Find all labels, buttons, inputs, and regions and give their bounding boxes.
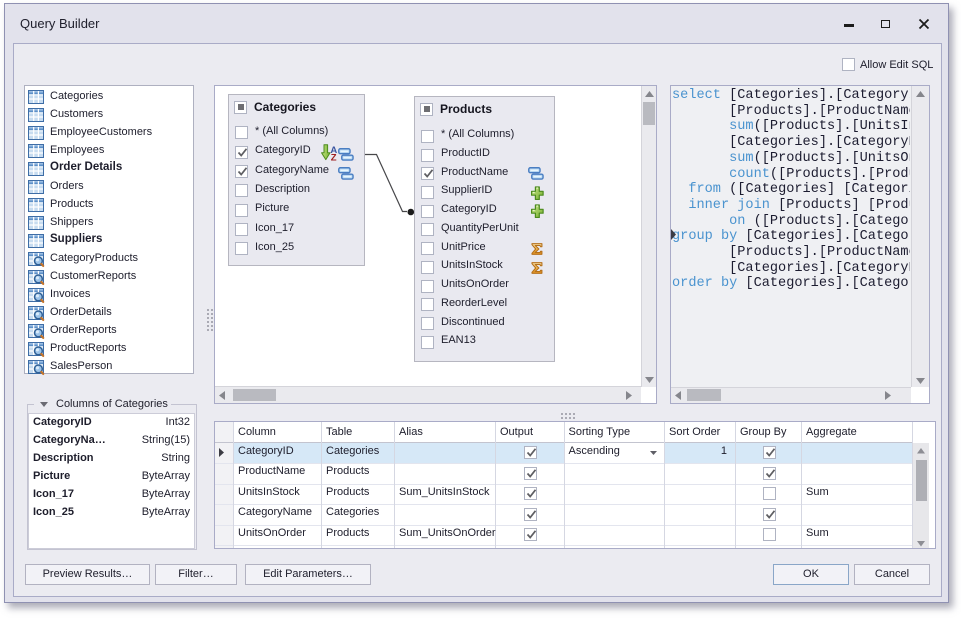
- svg-text:Z: Z: [331, 153, 337, 161]
